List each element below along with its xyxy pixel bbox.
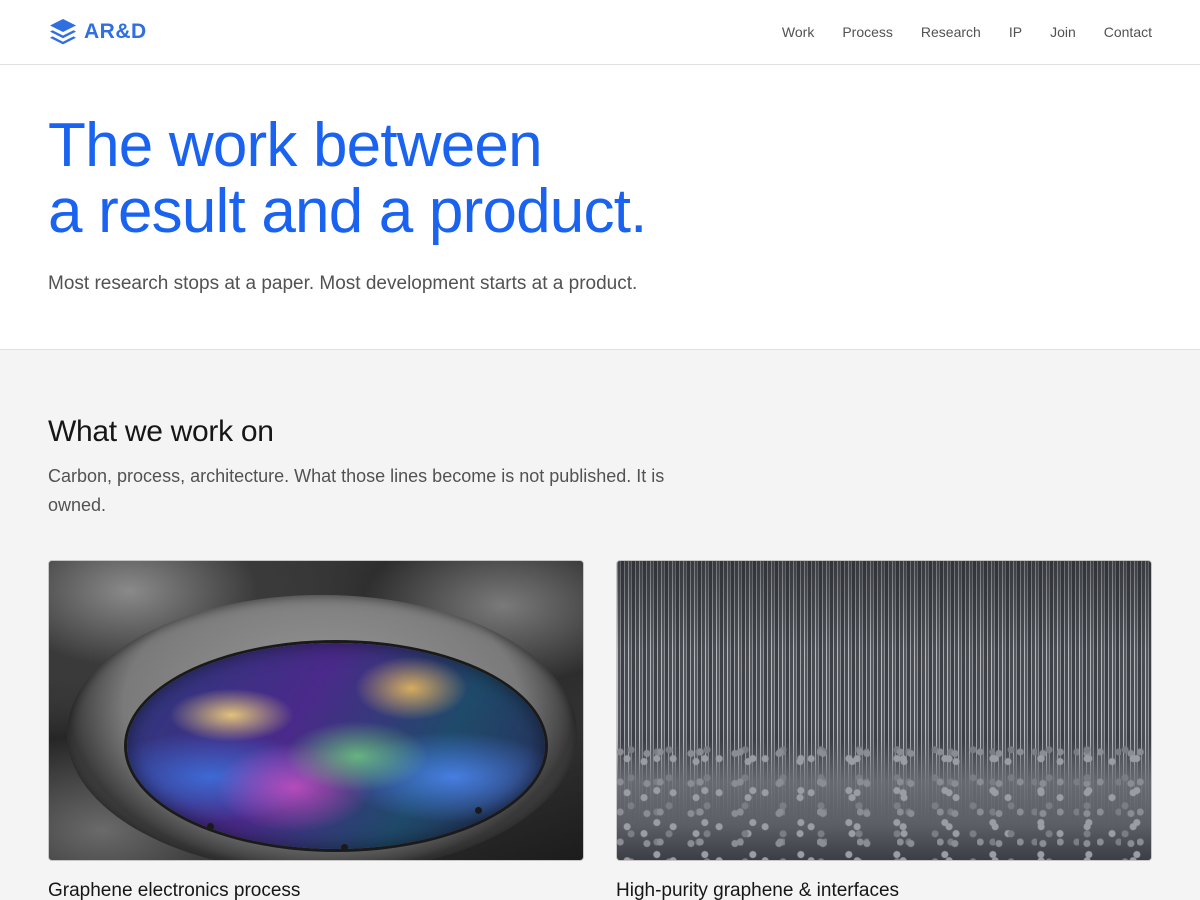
nav-link-process[interactable]: Process [842, 22, 893, 42]
work-section: What we work on Carbon, process, archite… [0, 350, 1200, 900]
nanotube-substrate [617, 740, 1151, 860]
main-nav: Work Process Research IP Join Contact [782, 0, 1152, 64]
nav-link-work[interactable]: Work [782, 22, 814, 42]
iridescent-wafer-image[interactable] [48, 560, 584, 861]
nav-link-contact[interactable]: Contact [1104, 22, 1152, 42]
wafer-holder-ring [67, 595, 577, 860]
bolt-detail [475, 807, 482, 814]
stacked-layers-icon [50, 19, 76, 45]
hero-title-line-2: a result and a product. [48, 177, 647, 246]
card-title[interactable]: High-purity graphene & interfaces [616, 878, 899, 900]
logo-link[interactable]: AR&D [48, 17, 147, 47]
hero-title: The work between a result and a product. [48, 113, 948, 245]
site-header: AR&D Work Process Research IP Join Conta… [0, 0, 1200, 65]
card-title[interactable]: Graphene electronics process [48, 878, 300, 900]
section-title: What we work on [48, 415, 274, 448]
iridescent-wafer [127, 643, 545, 849]
work-card-graphene-electronics[interactable]: Graphene electronics process [48, 560, 584, 900]
nanotube-forest-image[interactable] [616, 560, 1152, 861]
bolt-detail [341, 844, 348, 851]
section-description: Carbon, process, architecture. What thos… [48, 466, 665, 515]
nav-link-research[interactable]: Research [921, 22, 981, 42]
logo-text: AR&D [84, 20, 147, 43]
work-card-high-purity-graphene[interactable]: High-purity graphene & interfaces [616, 560, 1152, 900]
hero-section: The work between a result and a product.… [0, 65, 1200, 350]
hero-title-line-1: The work between [48, 111, 543, 180]
bolt-detail [207, 823, 214, 830]
hero-subtitle: Most research stops at a paper. Most dev… [48, 273, 638, 294]
nav-link-ip[interactable]: IP [1009, 22, 1022, 42]
nav-link-join[interactable]: Join [1050, 22, 1076, 42]
